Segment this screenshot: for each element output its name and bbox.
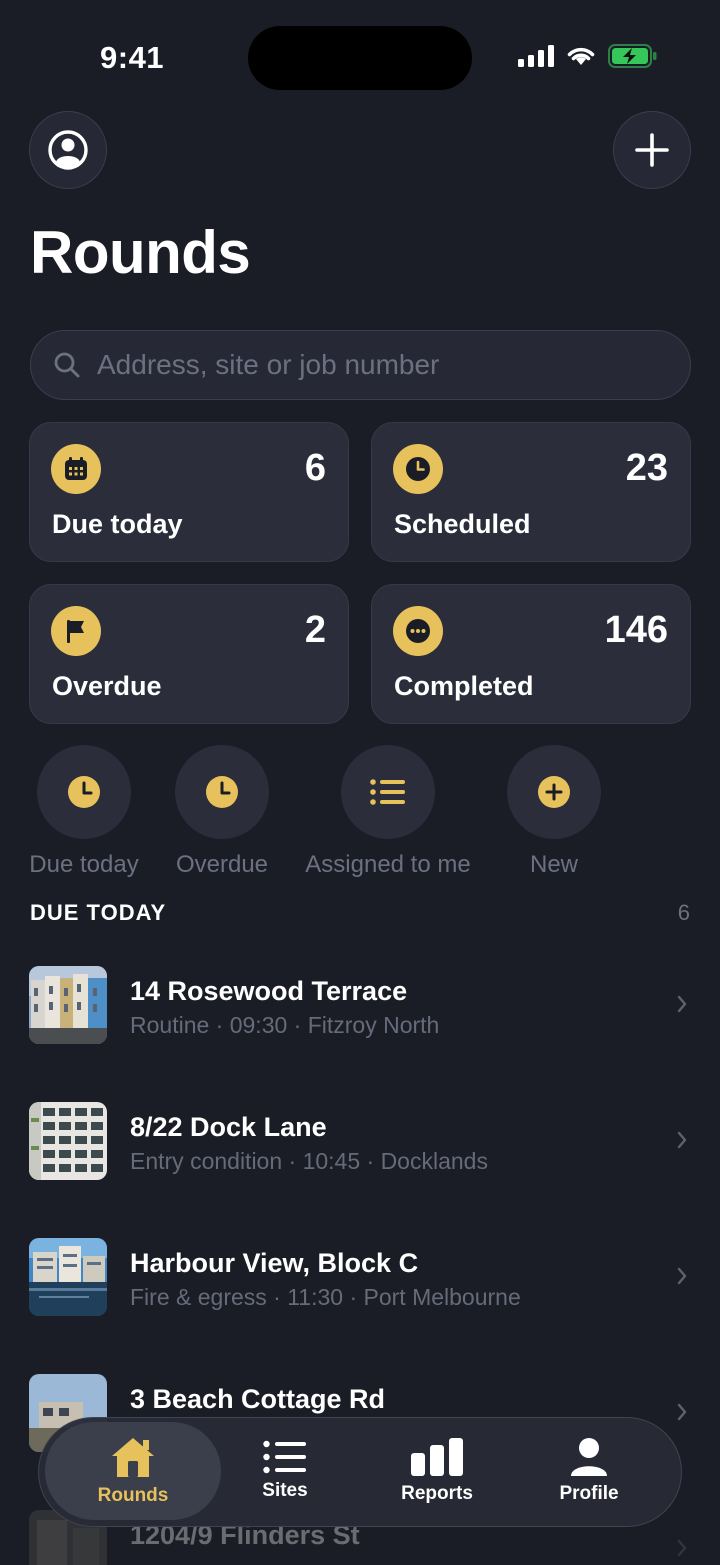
stat-label: Due today	[52, 509, 183, 539]
tab-reports[interactable]: Reports	[349, 1422, 525, 1520]
stat-count: 2	[304, 609, 326, 651]
stat-card-completed[interactable]: 146 Completed	[371, 584, 691, 724]
property-thumbnail	[29, 1238, 107, 1316]
account-button[interactable]	[29, 111, 107, 189]
battery-icon	[608, 44, 657, 68]
tab-label: Sites	[262, 1480, 308, 1501]
tab-label: Rounds	[97, 1485, 169, 1506]
home-icon	[112, 1438, 154, 1477]
clock-icon	[393, 444, 443, 494]
rounds-screen: 9:41 Rounds Address, site or job number …	[0, 0, 720, 1565]
search-icon	[54, 352, 80, 378]
person-circle-icon	[48, 130, 88, 170]
stat-label: Scheduled	[394, 509, 531, 539]
section-title: DUE TODAY	[30, 900, 167, 925]
flag-icon	[51, 606, 101, 656]
bar-chart-icon	[411, 1438, 463, 1476]
property-thumbnail	[29, 1102, 107, 1180]
tab-label: Profile	[559, 1483, 619, 1504]
list-icon	[263, 1440, 306, 1474]
plus-icon	[635, 133, 669, 167]
search-bar[interactable]	[30, 330, 691, 400]
quick-filter-label: Due today	[29, 851, 139, 878]
round-title: 3 Beach Cottage Rd	[130, 1384, 386, 1414]
quick-filter-new[interactable]: New	[499, 745, 609, 879]
signal-icon	[518, 45, 554, 67]
stat-card-due-today[interactable]: 6 Due today	[29, 422, 349, 562]
clock-icon	[206, 776, 238, 808]
chevron-right-icon	[677, 995, 687, 1013]
quick-filter-assigned-to-me[interactable]: Assigned to me	[298, 745, 478, 879]
stat-label: Overdue	[52, 671, 162, 701]
quick-filter-label: Assigned to me	[305, 851, 471, 878]
stat-label: Completed	[394, 671, 534, 701]
stat-count: 6	[304, 447, 326, 489]
status-time: 9:41	[100, 40, 165, 75]
quick-filter-due-today[interactable]: Due today	[29, 745, 139, 879]
tab-sites[interactable]: Sites	[197, 1422, 373, 1520]
chevron-right-icon	[677, 1539, 687, 1557]
round-row[interactable]: 8/22 Dock Lane Entry condition · 10:45 ·…	[0, 1102, 720, 1202]
quick-filter-label: Overdue	[175, 851, 269, 878]
round-row[interactable]: Harbour View, Block C Fire & egress · 11…	[0, 1238, 720, 1338]
quick-filter-label: New	[529, 851, 578, 878]
round-title: 8/22 Dock Lane	[130, 1112, 327, 1142]
wifi-icon	[567, 47, 595, 65]
property-thumbnail	[29, 966, 107, 1044]
tab-rounds[interactable]: Rounds	[45, 1422, 221, 1520]
chevron-right-icon	[677, 1403, 687, 1421]
quick-filter-button[interactable]	[341, 745, 435, 839]
round-title: Harbour View, Block C	[130, 1248, 419, 1278]
tab-bar: Rounds Sites Reports Profile	[38, 1417, 682, 1527]
list-icon	[370, 779, 405, 805]
plus-circle-icon	[538, 776, 570, 808]
round-row[interactable]: 14 Rosewood Terrace Routine · 09:30 · Fi…	[0, 966, 720, 1066]
tab-profile[interactable]: Profile	[501, 1422, 677, 1520]
add-button[interactable]	[613, 111, 691, 189]
quick-filter-button[interactable]	[507, 745, 601, 839]
calendar-icon	[51, 444, 101, 494]
stat-card-overdue[interactable]: 2 Overdue	[29, 584, 349, 724]
person-icon	[571, 1438, 607, 1476]
stat-card-scheduled[interactable]: 23 Scheduled	[371, 422, 691, 562]
status-icons	[518, 44, 658, 68]
clock-icon	[68, 776, 100, 808]
round-subtitle: Entry condition · 10:45 · Docklands	[130, 1148, 488, 1174]
dynamic-island	[248, 26, 472, 90]
quick-filter-button[interactable]	[37, 745, 131, 839]
search-input[interactable]	[97, 349, 690, 381]
chevron-right-icon	[677, 1131, 687, 1149]
round-subtitle: Fire & egress · 11:30 · Port Melbourne	[130, 1284, 521, 1310]
page-title: Rounds	[30, 219, 251, 286]
round-subtitle: Routine · 09:30 · Fitzroy North	[130, 1012, 440, 1038]
tab-label: Reports	[401, 1483, 473, 1504]
chevron-right-icon	[677, 1267, 687, 1285]
stat-count: 146	[604, 609, 668, 651]
more-icon	[393, 606, 443, 656]
quick-filter-overdue[interactable]: Overdue	[167, 745, 277, 879]
section-count: 6	[677, 900, 690, 925]
round-title: 14 Rosewood Terrace	[130, 976, 408, 1006]
quick-filter-button[interactable]	[175, 745, 269, 839]
stat-count: 23	[625, 447, 668, 489]
